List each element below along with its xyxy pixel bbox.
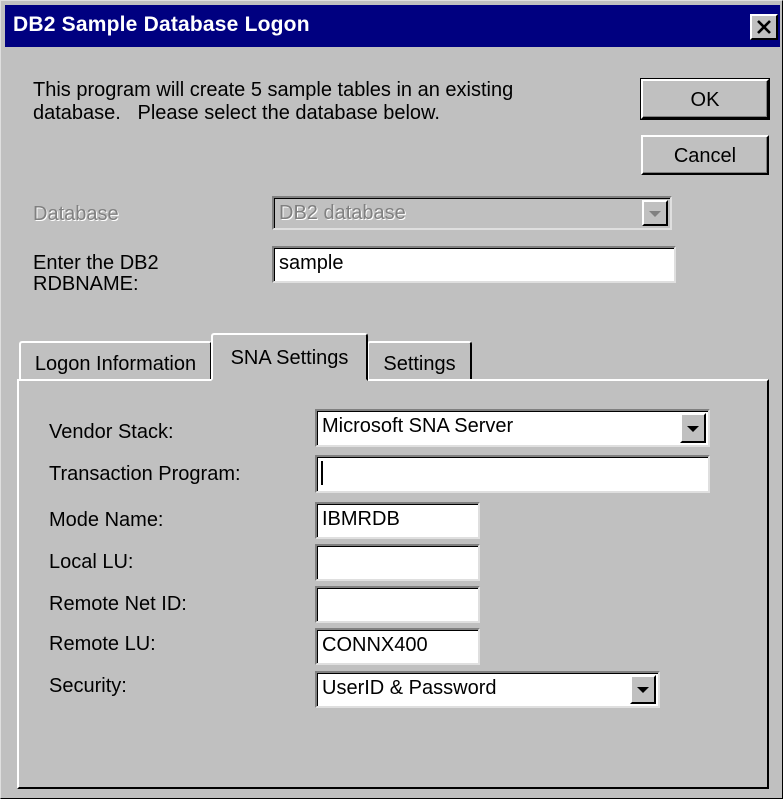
chevron-down-icon	[687, 426, 699, 432]
database-dropdown-button	[642, 200, 668, 226]
chevron-down-icon	[637, 687, 649, 693]
tab-logon-information[interactable]: Logon Information	[19, 341, 212, 381]
local-lu-input[interactable]	[315, 544, 480, 581]
mode-name-label: Mode Name:	[49, 509, 164, 531]
security-select-value: UserID & Password	[322, 677, 497, 699]
remote-lu-input[interactable]: CONNX400	[315, 628, 480, 665]
mode-name-input-value: IBMRDB	[322, 508, 400, 530]
database-select: DB2 database	[272, 196, 672, 230]
security-select[interactable]: UserID & Password	[315, 671, 660, 708]
security-dropdown-button[interactable]	[630, 675, 656, 704]
local-lu-label: Local LU:	[49, 551, 134, 573]
vendor-stack-dropdown-button[interactable]	[680, 413, 706, 443]
database-label: Database	[33, 203, 119, 225]
cancel-button-label: Cancel	[673, 145, 737, 167]
remote-net-id-label: Remote Net ID:	[49, 593, 187, 615]
rdbname-label-line-2: RDBNAME:	[33, 273, 139, 295]
database-select-value: DB2 database	[279, 202, 406, 224]
vendor-stack-select-value: Microsoft SNA Server	[322, 415, 514, 437]
close-button[interactable]	[750, 14, 778, 40]
tab-settings[interactable]: Settings	[367, 341, 472, 381]
chevron-down-icon	[649, 211, 661, 217]
remote-lu-input-value: CONNX400	[322, 634, 428, 656]
rdbname-label: Enter the DB2 RDBNAME:	[33, 253, 159, 295]
text-cursor	[321, 461, 323, 485]
window-title: DB2 Sample Database Logon	[13, 13, 310, 36]
tab-sna-settings-label: SNA Settings	[230, 347, 349, 369]
transaction-program-input[interactable]	[315, 455, 710, 493]
tab-settings-label: Settings	[383, 353, 456, 375]
security-label: Security:	[49, 675, 127, 697]
ok-button-label: OK	[690, 89, 720, 111]
remote-net-id-input[interactable]	[315, 586, 480, 623]
sna-settings-panel: Vendor Stack: Microsoft SNA Server Trans…	[17, 379, 769, 789]
ok-button[interactable]: OK	[640, 78, 770, 120]
title-bar[interactable]: DB2 Sample Database Logon	[5, 5, 780, 47]
rdbname-label-line-1: Enter the DB2	[33, 252, 159, 274]
close-icon	[757, 20, 771, 34]
tab-logon-information-label: Logon Information	[34, 353, 197, 375]
tab-sna-settings[interactable]: SNA Settings	[211, 333, 368, 381]
intro-text: This program will create 5 sample tables…	[33, 79, 593, 125]
dialog-window: DB2 Sample Database Logon This program w…	[0, 0, 783, 799]
mode-name-input[interactable]: IBMRDB	[315, 502, 480, 539]
rdbname-input-value: sample	[279, 252, 344, 274]
cancel-button[interactable]: Cancel	[641, 135, 769, 175]
vendor-stack-label: Vendor Stack:	[49, 421, 174, 443]
vendor-stack-select[interactable]: Microsoft SNA Server	[315, 409, 710, 447]
intro-line-1: This program will create 5 sample tables…	[33, 79, 514, 101]
remote-lu-label: Remote LU:	[49, 633, 156, 655]
intro-line-2: database. Please select the database bel…	[33, 102, 440, 124]
rdbname-input[interactable]: sample	[272, 246, 676, 283]
transaction-program-label: Transaction Program:	[49, 463, 241, 485]
